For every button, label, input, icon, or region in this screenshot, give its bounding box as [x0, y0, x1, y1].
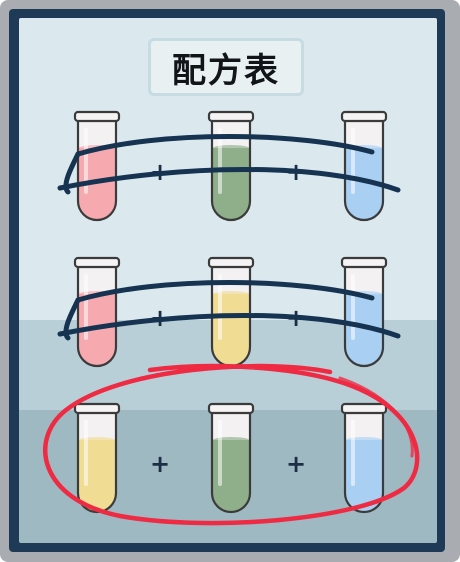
recipe-row: + + [42, 363, 420, 526]
plus-icon: + [150, 450, 170, 478]
recipe-row: + + [57, 110, 401, 222]
test-tube-icon [340, 402, 388, 514]
test-tube-icon [207, 110, 255, 222]
plus-icon: + [286, 450, 306, 478]
test-tube-icon [340, 110, 388, 222]
test-tube-icon [73, 402, 121, 514]
recipe-row: + + [57, 256, 401, 368]
test-tube-icon [207, 256, 255, 368]
test-tube-icon [73, 256, 121, 368]
recipe-canvas: + ++ ++ + [42, 110, 420, 526]
test-tube-icon [340, 256, 388, 368]
test-tube-icon [207, 402, 255, 514]
test-tube-icon [73, 110, 121, 222]
